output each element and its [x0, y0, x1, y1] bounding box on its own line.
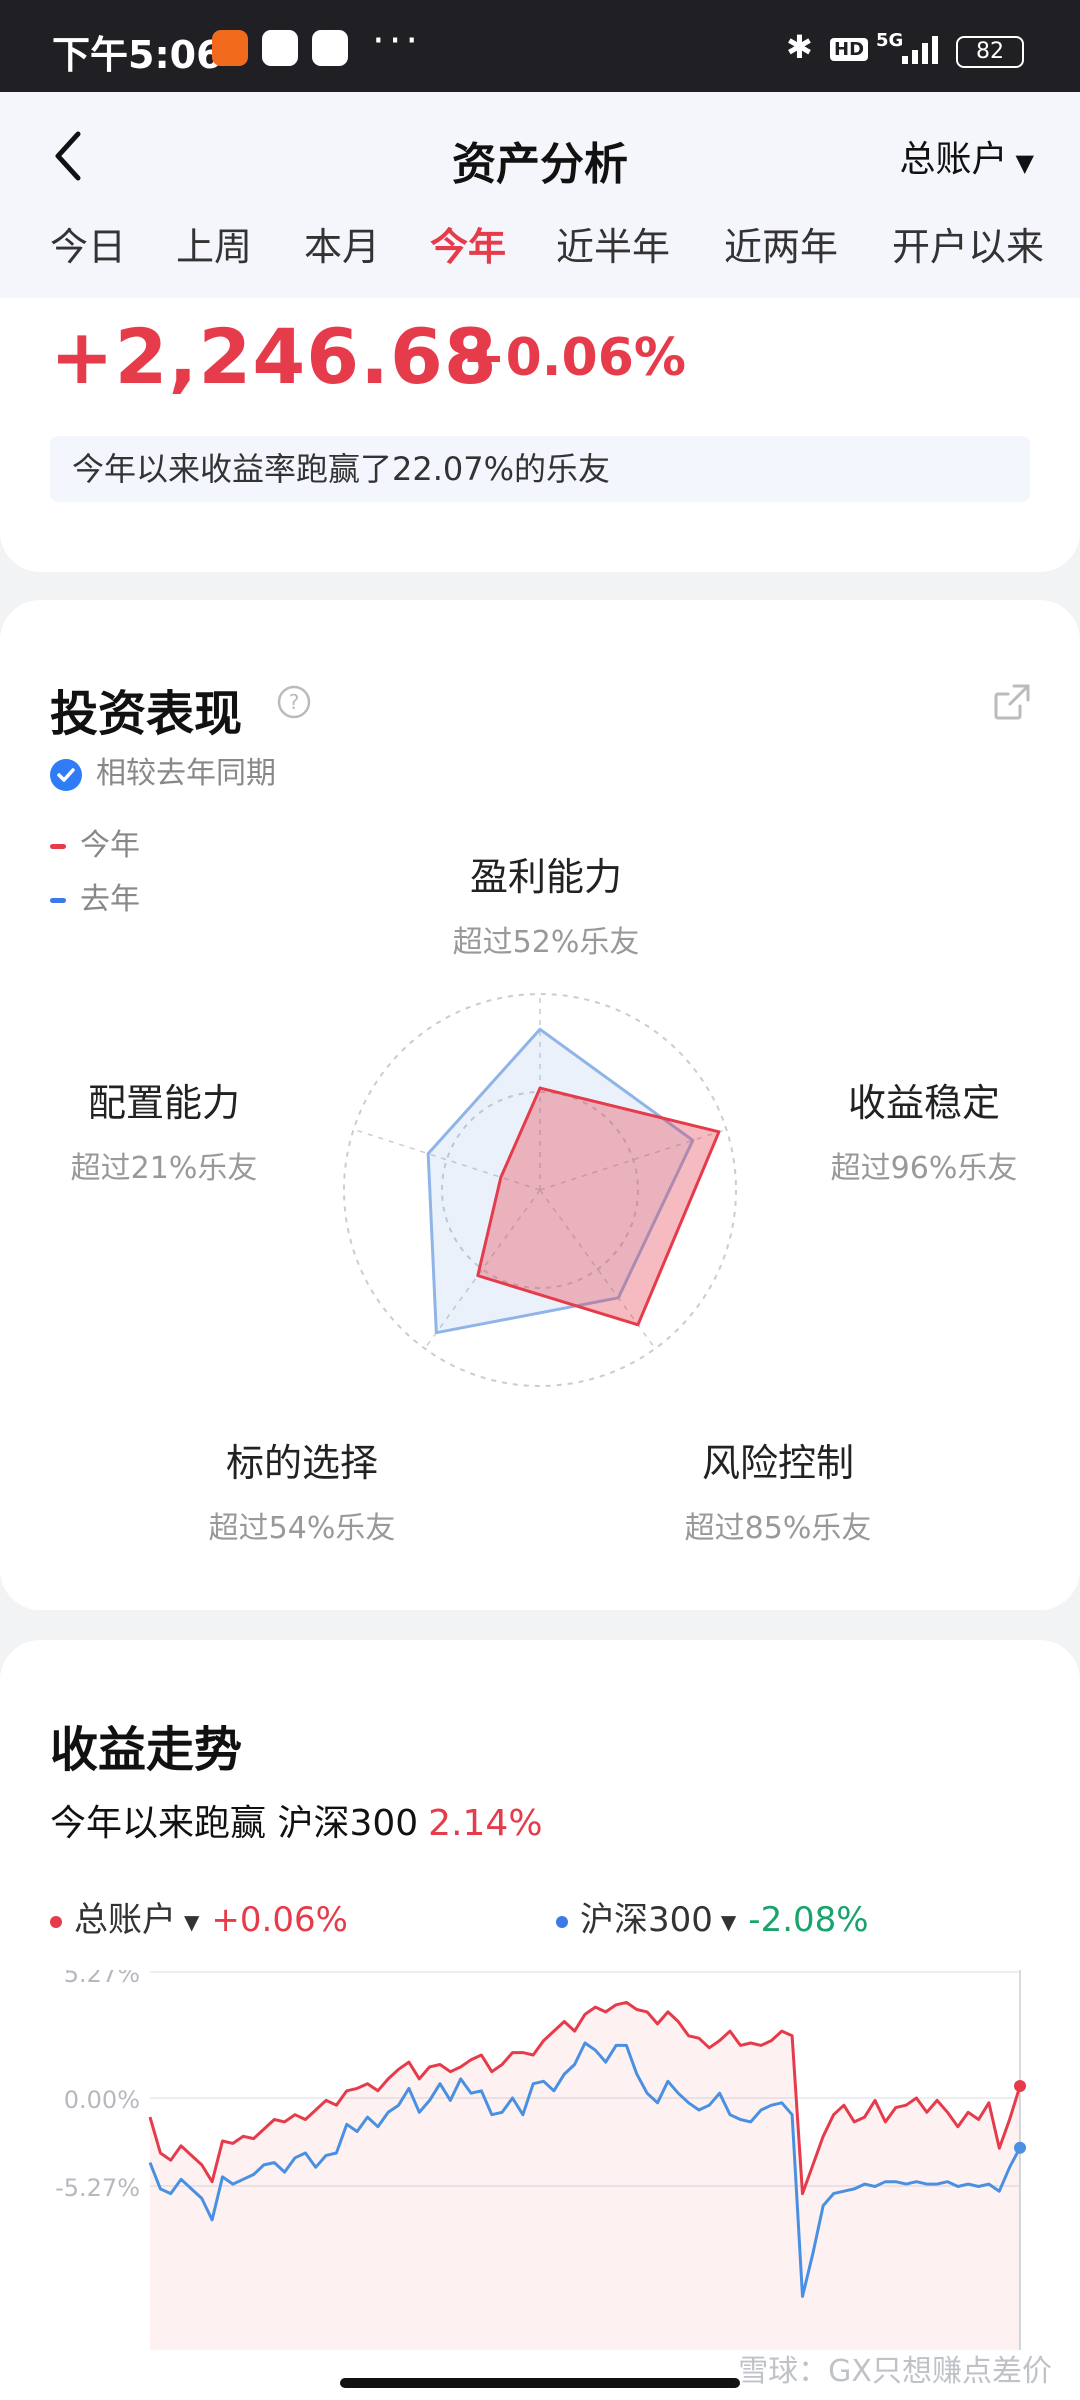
radar-label-profitability: 盈利能力 超过52%乐友	[396, 846, 696, 961]
tab-last-week[interactable]: 上周	[176, 216, 252, 271]
baidu-notification-icon	[262, 30, 298, 66]
y-tick-label: 0.00%	[64, 2086, 140, 2114]
trend-beat-prefix: 今年以来跑赢 沪深300	[50, 1803, 419, 1844]
caret-down-icon: ▼	[720, 1909, 737, 1934]
index-dot-icon	[556, 1915, 568, 1928]
series-value: -2.08%	[748, 1900, 869, 1940]
caret-down-icon: ▼	[184, 1909, 200, 1934]
trend-beat-line: 今年以来跑赢 沪深300 2.14%	[50, 1794, 543, 1846]
performance-title: 投资表现	[50, 686, 243, 742]
radar-label-stability: 收益稳定 超过96%乐友	[774, 1072, 1074, 1187]
series-value: +0.06%	[211, 1900, 348, 1940]
trend-chart: 5.27% 0.00% -5.27%	[55, 1970, 1026, 2350]
performance-card: 投资表现 ? 相较去年同期 今年 去年 盈利能力 超过52%乐友 收益稳定 超过…	[0, 600, 1080, 1610]
beat-banner: 今年以来收益率跑赢了22.07%的乐友	[50, 436, 1030, 502]
header: 资产分析 总账户 ▼ 今日 上周 本月 今年 近半年 近两年 开户以来	[0, 92, 1080, 298]
battery-icon: 82	[956, 36, 1024, 68]
dimension-name: 盈利能力	[469, 855, 622, 899]
radar-label-asset-selection: 标的选择 超过54%乐友	[152, 1432, 452, 1547]
dimension-sub: 超过54%乐友	[208, 1511, 396, 1546]
radar-chart	[343, 993, 737, 1387]
dimension-sub: 超过85%乐友	[684, 1511, 872, 1546]
dimension-sub: 超过52%乐友	[452, 925, 640, 960]
index-end-point	[1014, 2141, 1026, 2154]
y-tick-label: 5.27%	[64, 1970, 140, 1988]
dropdown-triangle-icon: ▼	[1015, 149, 1034, 177]
dimension-sub: 超过21%乐友	[70, 1151, 258, 1186]
period-tabs: 今日 上周 本月 今年 近半年 近两年 开户以来	[0, 216, 1080, 276]
this-year-marker	[50, 844, 66, 849]
trend-card: 收益走势 今年以来跑赢 沪深300 2.14% 总账户 ▼ +0.06% 沪深300 ▼…	[0, 1640, 1080, 2400]
help-icon[interactable]: ?	[276, 684, 312, 720]
radar-label-risk-control: 风险控制 超过85%乐友	[628, 1432, 928, 1547]
total-rate: +0.06%	[462, 328, 686, 388]
signal-icon	[902, 36, 938, 64]
series-name: 沪深300	[580, 1900, 713, 1940]
svg-text:?: ?	[289, 690, 300, 714]
legend-this-year: 今年	[50, 820, 140, 864]
legend-last-year-label: 去年	[80, 882, 140, 917]
series-selector-index[interactable]: 沪深300 ▼ -2.08%	[556, 1892, 869, 1941]
total-profit: +2,246.68	[50, 312, 498, 401]
tab-today[interactable]: 今日	[50, 216, 126, 271]
dimension-sub: 超过96%乐友	[830, 1151, 1018, 1186]
account-label: 总账户	[899, 139, 1008, 180]
tab-half-year[interactable]: 近半年	[556, 216, 670, 271]
watermark-text: 雪球：GX只想赚点差价	[738, 2354, 1052, 2389]
dimension-name: 风险控制	[701, 1441, 854, 1485]
check-icon	[50, 758, 82, 791]
status-time: 下午5:06	[52, 33, 223, 77]
dimension-name: 标的选择	[225, 1441, 378, 1485]
radar-label-allocation: 配置能力 超过21%乐友	[14, 1072, 314, 1187]
hd-badge: HD	[830, 38, 869, 61]
series-selector-account[interactable]: 总账户 ▼ +0.06%	[50, 1892, 348, 1941]
network-type: 5G	[876, 30, 904, 51]
map-notification-icon	[312, 30, 348, 66]
app-notification-icon	[212, 30, 248, 66]
more-notifications-icon: ···	[372, 18, 423, 64]
tab-this-month[interactable]: 本月	[304, 216, 380, 271]
tab-two-years[interactable]: 近两年	[724, 216, 838, 271]
dimension-name: 收益稳定	[847, 1081, 1000, 1125]
summary-card: +2,246.68 +0.06% 今年以来收益率跑赢了22.07%的乐友	[0, 298, 1080, 572]
tab-this-year[interactable]: 今年	[430, 216, 506, 271]
compare-checkbox[interactable]: 相较去年同期	[50, 748, 276, 792]
compare-label: 相较去年同期	[96, 756, 276, 791]
account-end-point	[1014, 2080, 1026, 2093]
bluetooth-icon: ✱	[786, 28, 813, 66]
last-year-marker	[50, 898, 66, 903]
legend-this-year-label: 今年	[80, 828, 140, 863]
home-indicator[interactable]	[340, 2378, 740, 2388]
y-tick-label: -5.27%	[55, 2174, 140, 2202]
series-name: 总账户	[74, 1900, 176, 1940]
account-area-fill	[150, 2002, 1020, 2350]
tab-since-opening[interactable]: 开户以来	[892, 216, 1044, 271]
account-dot-icon	[50, 1915, 62, 1928]
account-selector[interactable]: 总账户 ▼	[900, 130, 1034, 182]
trend-title: 收益走势	[50, 1722, 243, 1778]
share-icon[interactable]	[990, 680, 1034, 724]
dimension-name: 配置能力	[87, 1081, 240, 1125]
status-bar: 下午5:06 ··· ✱ HD 5G 82	[0, 0, 1080, 92]
trend-beat-value: 2.14%	[428, 1803, 543, 1844]
legend-last-year: 去年	[50, 874, 140, 918]
